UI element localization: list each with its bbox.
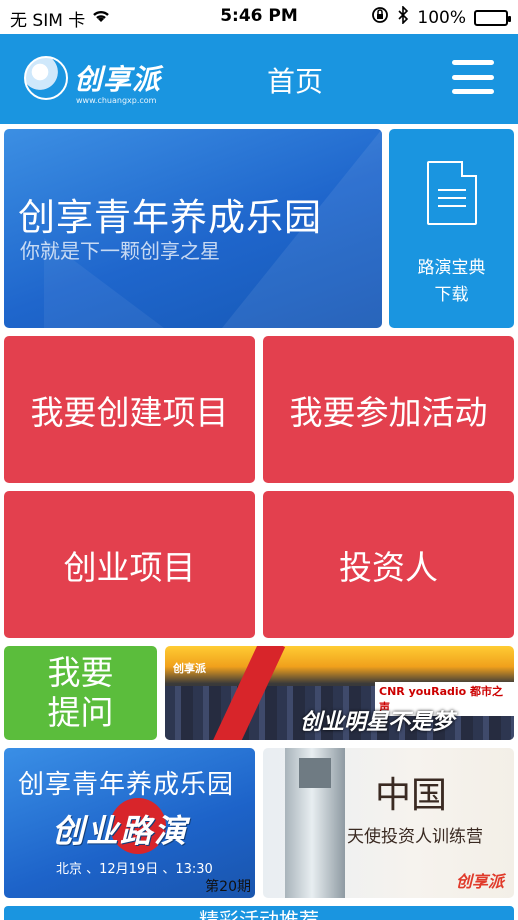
ad-slogan: 创业明星不是梦 [300, 710, 455, 735]
ask-label-line1: 我要 [47, 653, 114, 692]
star-ad-banner[interactable]: 创享派 CNR youRadio 都市之声 创业明星不是梦 [165, 646, 514, 740]
banner-subtitle: 你就是下一颗创享之星 [20, 239, 220, 263]
nav-bar: 创享派 www.chuangxp.com 首页 [0, 34, 518, 124]
hamburger-menu-icon[interactable] [452, 60, 494, 94]
promo-banner[interactable]: 创享青年养成乐园 你就是下一颗创享之星 [4, 129, 382, 328]
bluetooth-icon [397, 5, 409, 29]
lighthouse-image [285, 748, 345, 898]
investors-button[interactable]: 投资人 [263, 491, 514, 638]
projects-button[interactable]: 创业项目 [4, 491, 255, 638]
roadshow-info: 北京 、12月19日 、13:30 [56, 862, 213, 877]
featured-activities-header[interactable]: 精彩活动推荐 [4, 906, 514, 920]
angel-investor-ad-banner[interactable]: 中国 天使投资人训练营 创享派 [263, 748, 514, 898]
roadshow-big-title: 创业路演 [52, 812, 189, 850]
document-icon [427, 161, 477, 225]
create-project-button[interactable]: 我要创建项目 [4, 336, 255, 483]
roadshow-issue: 第20期 [205, 879, 251, 895]
status-right: 100% [371, 5, 511, 29]
orientation-lock-icon [371, 6, 389, 29]
download-guide-button[interactable]: 路演宝典 下载 [389, 129, 514, 328]
angel-brand: 创享派 [455, 872, 504, 891]
angel-title: 中国 [375, 775, 448, 816]
page-title: 首页 [266, 65, 323, 98]
join-activity-button[interactable]: 我要参加活动 [263, 336, 514, 483]
angel-subtitle: 天使投资人训练营 [347, 827, 483, 847]
ask-question-button[interactable]: 我要 提问 [4, 646, 157, 740]
ask-label-line2: 提问 [47, 693, 114, 732]
battery-percent: 100% [417, 7, 466, 28]
battery-icon [474, 9, 511, 26]
download-label: 路演宝典 下载 [417, 258, 486, 305]
roadshow-ad-banner[interactable]: 创享青年养成乐园 创业路演 北京 、12月19日 、13:30 第20期 [4, 748, 255, 898]
banner-title: 创享青年养成乐园 [18, 196, 322, 239]
ad-logo: 创享派 [173, 662, 206, 675]
roadshow-title: 创享青年养成乐园 [18, 770, 235, 800]
status-bar: 无 SIM 卡 5:46 PM 100% [0, 0, 518, 34]
